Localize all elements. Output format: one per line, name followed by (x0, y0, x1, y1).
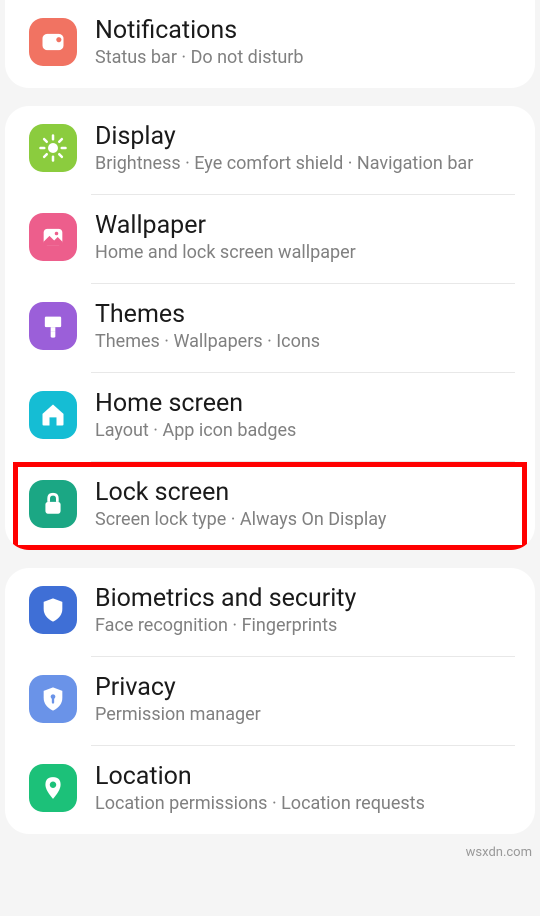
settings-item-text: Biometrics and securityFace recognition … (95, 584, 515, 636)
settings-item-wallpaper[interactable]: WallpaperHome and lock screen wallpaper (5, 195, 535, 283)
settings-item-text: DisplayBrightness · Eye comfort shield ·… (95, 122, 515, 174)
settings-item-title: Lock screen (95, 478, 515, 507)
settings-item-subtitle: Themes · Wallpapers · Icons (95, 331, 515, 352)
settings-item-lock-screen[interactable]: Lock screenScreen lock type · Always On … (5, 462, 535, 550)
settings-item-subtitle: Home and lock screen wallpaper (95, 242, 515, 263)
settings-item-biometrics[interactable]: Biometrics and securityFace recognition … (5, 568, 535, 656)
picture-icon (29, 213, 77, 261)
sun-icon (29, 124, 77, 172)
shield-icon (29, 586, 77, 634)
settings-item-subtitle: Face recognition · Fingerprints (95, 615, 515, 636)
settings-item-subtitle: Location permissions · Location requests (95, 793, 515, 814)
settings-item-privacy[interactable]: PrivacyPermission manager (5, 657, 535, 745)
settings-item-text: ThemesThemes · Wallpapers · Icons (95, 300, 515, 352)
settings-item-subtitle: Layout · App icon badges (95, 420, 515, 441)
settings-item-themes[interactable]: ThemesThemes · Wallpapers · Icons (5, 284, 535, 372)
settings-item-title: Location (95, 762, 515, 791)
pin-icon (29, 764, 77, 812)
settings-item-title: Privacy (95, 673, 515, 702)
settings-section: NotificationsStatus bar · Do not disturb (5, 0, 535, 88)
privacy-icon (29, 675, 77, 723)
settings-item-text: LocationLocation permissions · Location … (95, 762, 515, 814)
settings-item-notifications[interactable]: NotificationsStatus bar · Do not disturb (5, 0, 535, 88)
brush-icon (29, 302, 77, 350)
settings-item-title: Wallpaper (95, 211, 515, 240)
settings-item-text: Home screenLayout · App icon badges (95, 389, 515, 441)
notification-icon (29, 18, 77, 66)
settings-item-title: Themes (95, 300, 515, 329)
settings-item-display[interactable]: DisplayBrightness · Eye comfort shield ·… (5, 106, 535, 194)
settings-item-text: NotificationsStatus bar · Do not disturb (95, 16, 515, 68)
settings-item-text: Lock screenScreen lock type · Always On … (95, 478, 515, 530)
settings-item-title: Display (95, 122, 515, 151)
settings-item-home-screen[interactable]: Home screenLayout · App icon badges (5, 373, 535, 461)
settings-item-title: Home screen (95, 389, 515, 418)
watermark: wsxdn.com (466, 845, 532, 860)
settings-item-text: PrivacyPermission manager (95, 673, 515, 725)
settings-item-subtitle: Screen lock type · Always On Display (95, 509, 515, 530)
settings-item-subtitle: Status bar · Do not disturb (95, 47, 515, 68)
settings-section: Biometrics and securityFace recognition … (5, 568, 535, 834)
settings-item-text: WallpaperHome and lock screen wallpaper (95, 211, 515, 263)
home-icon (29, 391, 77, 439)
settings-item-title: Notifications (95, 16, 515, 45)
settings-item-title: Biometrics and security (95, 584, 515, 613)
settings-item-subtitle: Permission manager (95, 704, 515, 725)
lock-icon (29, 480, 77, 528)
settings-section: DisplayBrightness · Eye comfort shield ·… (5, 106, 535, 550)
settings-item-location[interactable]: LocationLocation permissions · Location … (5, 746, 535, 834)
settings-item-subtitle: Brightness · Eye comfort shield · Naviga… (95, 153, 515, 174)
